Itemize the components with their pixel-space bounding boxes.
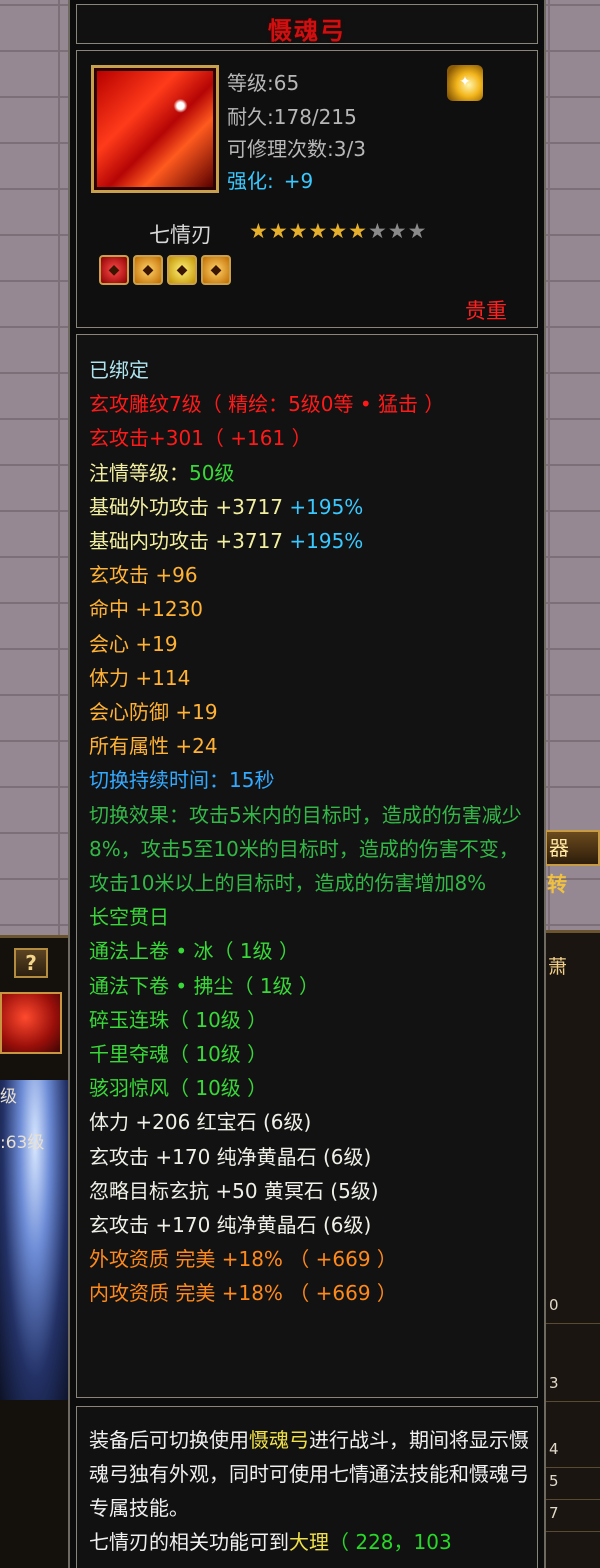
repair-value: 3/3: [333, 137, 366, 161]
skill-line: 千里夺魂（ 10级 ）: [89, 1042, 268, 1067]
star-icon: ★: [288, 219, 309, 243]
star-icon: ★: [249, 219, 269, 243]
repair-line: 可修理次数:3/3: [227, 137, 366, 161]
stat-line: 玄攻击 +96: [89, 563, 198, 588]
skill-line: 通法上卷 • 冰（ 1级 ）: [89, 939, 299, 964]
left-level-suffix: 级: [0, 1087, 17, 1107]
left-level-text: :63级: [0, 1133, 45, 1153]
stat-line: 会心 +19: [89, 631, 178, 656]
xuan-attack-line: 玄攻击+301（ +161 ）: [89, 426, 312, 451]
right-list-row[interactable]: 4: [545, 1440, 600, 1468]
right-list-row[interactable]: 0: [545, 1296, 600, 1324]
switch-duration: 切换持续时间：15秒: [89, 768, 275, 793]
stat-line: 命中 +1230: [89, 597, 204, 622]
infuse-line: 注情等级：50级: [89, 460, 235, 485]
durability-value: 178/215: [273, 105, 357, 129]
right-list-row[interactable]: 3: [545, 1374, 600, 1402]
star-rating: ★★★★★★★★★: [249, 219, 427, 243]
gold-sparkle-icon: ✦: [447, 65, 483, 101]
skill-line: 通法下卷 • 拂尘（ 1级 ）: [89, 973, 319, 998]
enhance-value: +9: [283, 169, 314, 193]
enhance-line: 强化: +9: [227, 169, 314, 193]
stat-line: 体力 +114: [89, 665, 191, 690]
rarity-label: 贵重: [465, 299, 507, 323]
help-button[interactable]: ?: [14, 948, 48, 978]
gold-gem-icon: ◆: [167, 255, 197, 285]
durability-line: 耐久:178/215: [227, 105, 357, 129]
item-header: 等级:65 耐久:178/215 可修理次数:3/3 强化: +9 ✦ 七情刃 ★…: [76, 50, 538, 328]
carve-line: 玄攻雕纹7级（ 精绘：5级0等 • 猛击 ）: [89, 392, 445, 417]
star-icon: ★: [367, 219, 388, 243]
star-icon: ★: [308, 219, 329, 243]
stat-line: 会心防御 +19: [89, 700, 218, 725]
coordinate-link[interactable]: （ 228，103: [329, 1530, 452, 1554]
bow-icon: [91, 65, 219, 193]
item-name: 慑魂弓: [268, 17, 346, 45]
red-gem-icon: ◆: [99, 255, 129, 285]
star-icon: ★: [407, 219, 428, 243]
star-icon: ★: [387, 219, 408, 243]
right-list-row[interactable]: 7: [545, 1504, 600, 1532]
attribute-panel: 已绑定 玄攻雕纹7级（ 精绘：5级0等 • 猛击 ） 玄攻击+301（ +161…: [76, 334, 538, 1398]
base-internal-attack: 基础内功攻击 +3717 +195%: [89, 529, 364, 554]
skill-line: 骇羽惊风（ 10级 ）: [89, 1076, 268, 1101]
gem-line: 玄攻击 +170 纯净黄晶石 (6级): [89, 1213, 372, 1238]
location-link[interactable]: 大理: [289, 1530, 329, 1554]
right-tab-transfer[interactable]: 转: [545, 868, 600, 900]
item-tooltip: 慑魂弓 等级:65 耐久:178/215 可修理次数:3/3 强化: +9 ✦ 七…: [68, 0, 546, 1568]
star-icon: ★: [328, 219, 349, 243]
gem-line: 体力 +206 红宝石 (6级): [89, 1110, 312, 1135]
level-line: 等级:65: [227, 71, 300, 95]
quality-line: 内攻资质 完美 +18% （ +669 ）: [89, 1281, 397, 1306]
right-tab-equipment[interactable]: 器: [545, 830, 600, 866]
quality-line: 外攻资质 完美 +18% （ +669 ）: [89, 1247, 397, 1272]
star-icon: ★: [348, 219, 368, 243]
base-external-attack: 基础外功攻击 +3717 +195%: [89, 494, 364, 519]
stat-line: 所有属性 +24: [89, 734, 218, 759]
set-name: 七情刃: [149, 223, 212, 247]
description-text: 装备后可切换使用慑魂弓进行战斗，期间将显示慑魂弓独有外观，同时可使用七情通法技能…: [89, 1428, 529, 1554]
bow-name-highlight: 慑魂弓: [249, 1428, 309, 1452]
right-list-row[interactable]: 5: [545, 1472, 600, 1500]
gem-slots: ◆ ◆ ◆ ◆: [99, 255, 235, 285]
gem-line: 忽略目标玄抗 +50 黄冥石 (5级): [89, 1178, 379, 1203]
gem-line: 玄攻击 +170 纯净黄晶石 (6级): [89, 1144, 372, 1169]
right-panel-title: 萧: [548, 956, 568, 978]
level-value: 65: [273, 71, 300, 95]
skill-line: 长空贯日: [89, 905, 169, 930]
description-panel: 装备后可切换使用慑魂弓进行战斗，期间将显示慑魂弓独有外观，同时可使用七情通法技能…: [76, 1406, 538, 1568]
bound-status: 已绑定: [89, 358, 149, 382]
amber-gem-icon: ◆: [133, 255, 163, 285]
amber-gem-icon: ◆: [201, 255, 231, 285]
switch-effect: 切换效果：攻击5米内的目标时，造成的伤害减少8%，攻击5至10米的目标时，造成的…: [89, 802, 522, 896]
equipped-bow-icon[interactable]: [0, 992, 62, 1054]
star-icon: ★: [268, 219, 289, 243]
skill-line: 碎玉连珠（ 10级 ）: [89, 1007, 268, 1032]
title-bar: 慑魂弓: [76, 4, 538, 45]
